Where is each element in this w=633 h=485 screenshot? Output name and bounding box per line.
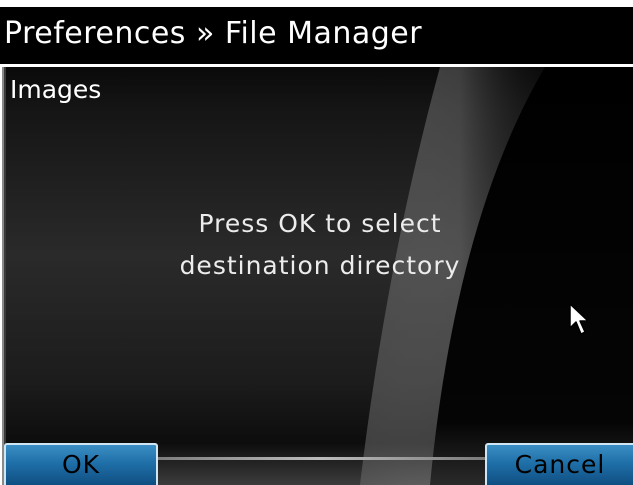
- mouse-pointer-icon: [569, 303, 589, 335]
- message-line-1: Press OK to select: [198, 209, 442, 238]
- softkey-divider: [150, 457, 490, 460]
- ok-button[interactable]: OK: [4, 443, 158, 485]
- section-label: Images: [10, 75, 102, 104]
- instruction-message: Press OK to select destination directory: [150, 203, 490, 287]
- content-panel: Images Press OK to select destination di…: [0, 67, 633, 485]
- message-line-2: destination directory: [179, 251, 461, 280]
- device-screen: Preferences » File Manager Images Press …: [0, 0, 633, 485]
- title-bar: Preferences » File Manager: [0, 4, 633, 64]
- left-rail: [0, 67, 6, 485]
- cancel-button[interactable]: Cancel: [485, 443, 633, 485]
- page-title: Preferences » File Manager: [4, 16, 423, 51]
